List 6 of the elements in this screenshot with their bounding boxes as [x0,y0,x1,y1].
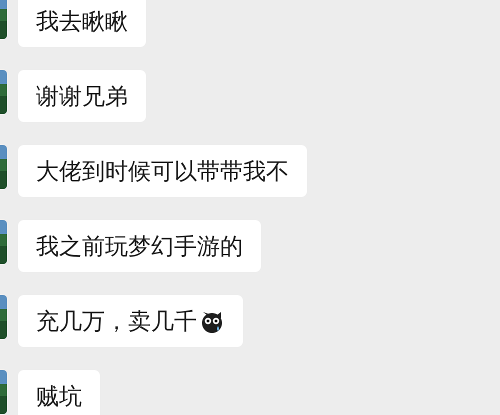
message-bubble: 谢谢兄弟 [18,70,146,122]
message-bubble: 大佬到时候可以带带我不 [18,145,307,197]
message-bubble: 贼坑 [18,370,100,415]
message-bubble: 我之前玩梦幻手游的 [18,220,261,272]
message-bubble: 我去瞅瞅 [18,0,146,47]
message-bubble: 充几万，卖几千 [18,295,243,347]
